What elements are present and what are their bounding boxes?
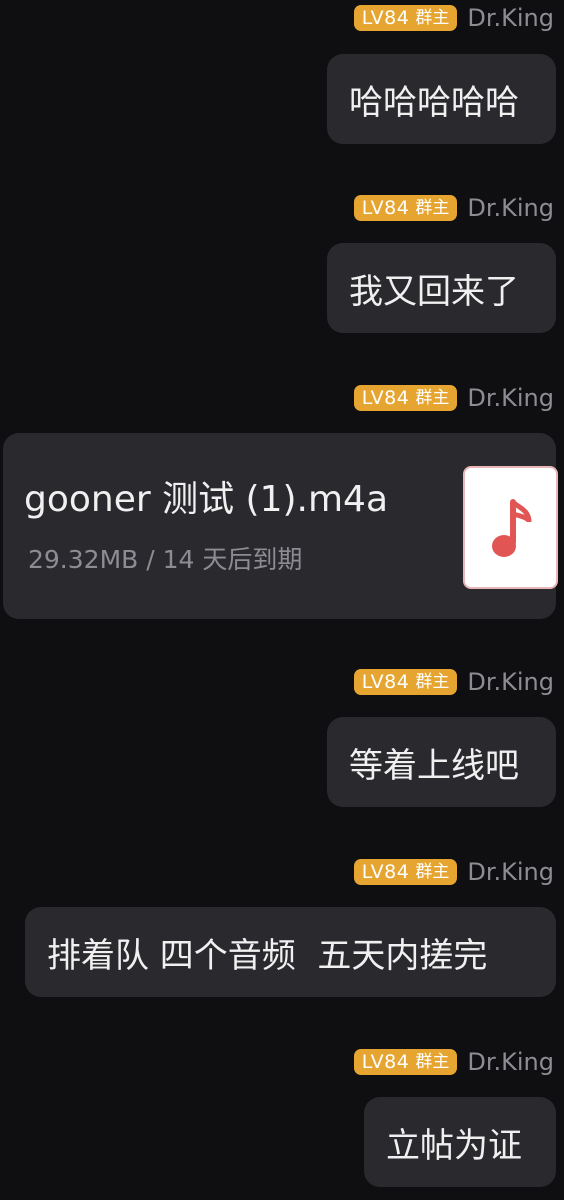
file-name: gooner 测试 (1).m4a [24, 479, 389, 520]
message-bubble[interactable]: 哈哈哈哈哈 [327, 54, 556, 144]
level-text: LV84 [361, 387, 410, 409]
level-badge: LV84 群主 [353, 859, 458, 885]
sender-header: LV84 群主 Dr.King [353, 857, 554, 887]
sender-name[interactable]: Dr.King [467, 194, 554, 222]
role-text: 群主 [415, 198, 450, 218]
sender-name[interactable]: Dr.King [467, 384, 554, 412]
level-text: LV84 [361, 671, 410, 693]
sender-header: LV84 群主 Dr.King [353, 193, 554, 223]
sender-header: LV84 群主 Dr.King [353, 3, 554, 33]
level-badge: LV84 群主 [353, 5, 458, 31]
level-badge: LV84 群主 [353, 1049, 458, 1075]
sender-name[interactable]: Dr.King [467, 4, 554, 32]
message-bubble[interactable]: 立帖为证 [364, 1097, 556, 1187]
level-badge: LV84 群主 [353, 669, 458, 695]
message-bubble[interactable]: 排着队 四个音频 五天内搓完 [25, 907, 556, 997]
sender-name[interactable]: Dr.King [467, 668, 554, 696]
role-text: 群主 [415, 8, 450, 28]
file-thumbnail[interactable] [463, 466, 558, 589]
role-text: 群主 [415, 672, 450, 692]
sender-name[interactable]: Dr.King [467, 858, 554, 886]
role-text: 群主 [415, 388, 450, 408]
level-text: LV84 [361, 197, 410, 219]
message-text: 等着上线吧 [349, 745, 519, 786]
message-text: 排着队 四个音频 五天内搓完 [47, 935, 488, 976]
message-text: 立帖为证 [386, 1125, 522, 1166]
level-text: LV84 [361, 7, 410, 29]
message-text: 我又回来了 [349, 271, 519, 312]
sender-header: LV84 群主 Dr.King [353, 383, 554, 413]
message-bubble[interactable]: 我又回来了 [327, 243, 556, 333]
message-bubble[interactable]: 等着上线吧 [327, 717, 556, 807]
message-text: 哈哈哈哈哈 [349, 82, 519, 123]
sender-header: LV84 群主 Dr.King [353, 667, 554, 697]
level-text: LV84 [361, 1051, 410, 1073]
sender-name[interactable]: Dr.King [467, 1048, 554, 1076]
level-text: LV84 [361, 861, 410, 883]
level-badge: LV84 群主 [353, 385, 458, 411]
file-size-expiry: 29.32MB / 14 天后到期 [28, 545, 303, 574]
sender-header: LV84 群主 Dr.King [353, 1047, 554, 1077]
level-badge: LV84 群主 [353, 195, 458, 221]
role-text: 群主 [415, 862, 450, 882]
music-note-icon [492, 499, 532, 557]
role-text: 群主 [415, 1052, 450, 1072]
